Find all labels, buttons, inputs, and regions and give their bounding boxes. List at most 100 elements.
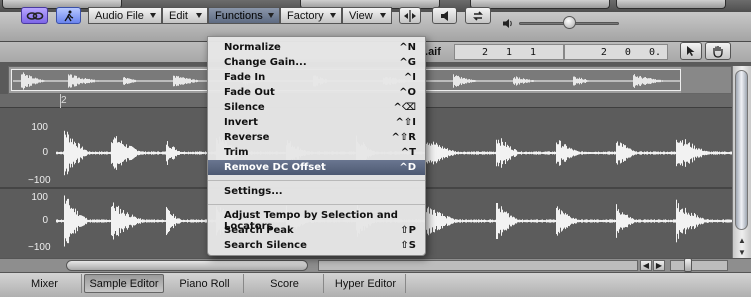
- tab-score[interactable]: Score: [246, 274, 324, 293]
- link-icon[interactable]: [21, 7, 48, 24]
- waveform-sample: [201, 219, 202, 223]
- waveform-sample: [157, 80, 158, 82]
- waveform-sample: [469, 151, 470, 155]
- tab-piano-roll[interactable]: Piano Roll: [166, 274, 244, 293]
- waveform-sample: [83, 149, 84, 157]
- top-strip-button[interactable]: [470, 0, 610, 9]
- tab-piano-roll-label: Piano Roll: [179, 277, 230, 290]
- waveform-sample: [572, 218, 573, 224]
- waveform-sample: [614, 80, 615, 82]
- waveform-sample: [149, 80, 150, 82]
- menu-item-normalize[interactable]: Normalize ^N: [208, 40, 425, 55]
- menu-item-fade-in[interactable]: Fade In ^I: [208, 70, 425, 85]
- menu-item-adjust-tempo[interactable]: Adjust Tempo by Selection and Locators: [208, 208, 425, 232]
- waveform-sample: [651, 78, 652, 84]
- waveform-sample: [14, 80, 15, 82]
- waveform-sample: [432, 144, 433, 162]
- menu-item-invert[interactable]: Invert ^⇧I: [208, 115, 425, 130]
- waveform-sample: [589, 219, 590, 223]
- waveform-sample: [616, 142, 617, 164]
- waveform-sample: [523, 220, 524, 222]
- waveform-sample: [443, 80, 444, 82]
- top-strip-button[interactable]: [616, 0, 726, 9]
- length-value: 2 0 0.: [600, 46, 661, 58]
- catch-icon[interactable]: [56, 7, 81, 24]
- menu-item-fade-out[interactable]: Fade Out ^O: [208, 85, 425, 100]
- menu-item-label: Trim: [224, 147, 249, 158]
- edit-menu[interactable]: Edit: [162, 7, 208, 24]
- waveform-sample: [662, 220, 663, 222]
- split-icon[interactable]: [399, 7, 421, 24]
- functions-menu[interactable]: Functions: [208, 7, 280, 24]
- volume-slider-knob[interactable]: [563, 16, 576, 29]
- waveform-sample: [512, 149, 513, 157]
- filename-label: .aif: [425, 46, 441, 58]
- waveform-sample: [115, 80, 116, 82]
- scroll-left-icon[interactable]: ◀: [640, 260, 652, 271]
- waveform-sample: [492, 80, 493, 82]
- horizontal-scroll-thumb[interactable]: [66, 260, 308, 271]
- waveform-sample: [172, 146, 173, 160]
- menu-item-change-gain[interactable]: Change Gain... ^G: [208, 55, 425, 70]
- waveform-sample: [143, 151, 144, 155]
- waveform-sample: [134, 148, 135, 158]
- tab-hyper-editor[interactable]: Hyper Editor: [326, 274, 406, 293]
- tab-hyper-editor-label: Hyper Editor: [334, 277, 397, 290]
- scroll-down-icon[interactable]: ▼: [736, 248, 748, 258]
- waveform-sample: [32, 78, 33, 84]
- waveform-sample: [622, 80, 623, 82]
- menu-item-search-peak[interactable]: Search Peak ⇧P: [208, 223, 425, 238]
- zoom-slider-knob[interactable]: [684, 258, 692, 272]
- waveform-sample: [130, 145, 131, 161]
- waveform-sample: [69, 142, 70, 164]
- waveform-sample: [453, 74, 454, 88]
- waveform-sample: [509, 80, 510, 82]
- speaker-icon[interactable]: [432, 7, 457, 24]
- menu-item-silence[interactable]: Silence ^⌫: [208, 100, 425, 115]
- view-menu[interactable]: View: [342, 7, 392, 24]
- waveform-sample: [199, 151, 200, 155]
- waveform-sample: [520, 151, 521, 155]
- waveform-sample: [169, 210, 170, 232]
- menu-item-settings[interactable]: Settings...: [208, 184, 425, 199]
- menu-item-search-silence[interactable]: Search Silence ⇧S: [208, 238, 425, 253]
- scroll-right-icon[interactable]: ▶: [653, 260, 665, 271]
- cycle-icon[interactable]: [465, 7, 491, 24]
- audio-file-menu[interactable]: Audio File: [88, 7, 162, 24]
- factory-menu[interactable]: Factory: [280, 7, 342, 24]
- waveform-sample: [663, 151, 664, 155]
- tab-sample-editor[interactable]: Sample Editor: [84, 274, 164, 293]
- hand-tool-icon[interactable]: [705, 42, 731, 60]
- waveform-sample: [640, 75, 641, 87]
- waveform-sample: [639, 219, 640, 223]
- zoom-slider[interactable]: [670, 260, 728, 271]
- waveform-sample: [679, 211, 680, 231]
- waveform-sample: [185, 220, 186, 222]
- menu-item-trim[interactable]: Trim ^T: [208, 145, 425, 160]
- waveform-sample: [448, 80, 449, 82]
- waveform-sample: [46, 80, 47, 82]
- waveform-sample: [643, 152, 644, 154]
- horizontal-scroll-track[interactable]: [318, 260, 638, 271]
- vertical-scroll-thumb[interactable]: [735, 70, 748, 230]
- waveform-sample: [157, 219, 158, 223]
- waveform-sample: [634, 74, 635, 88]
- waveform-sample: [127, 148, 128, 158]
- pointer-tool-icon[interactable]: [680, 42, 702, 60]
- waveform-sample: [593, 152, 594, 154]
- position-display[interactable]: 2 1 1: [454, 44, 564, 60]
- waveform-sample: [561, 147, 562, 159]
- waveform-sample: [478, 219, 479, 223]
- length-display[interactable]: 2 0 0.: [564, 44, 668, 60]
- waveform-sample: [626, 214, 627, 228]
- waveform-sample: [203, 220, 204, 222]
- waveform-sample: [119, 80, 120, 82]
- scroll-up-icon[interactable]: ▲: [736, 236, 748, 246]
- waveform-sample: [587, 152, 588, 154]
- waveform-sample: [508, 145, 509, 161]
- menu-item-reverse[interactable]: Reverse ^⇧R: [208, 130, 425, 145]
- tab-mixer[interactable]: Mixer: [8, 274, 82, 293]
- waveform-sample: [160, 152, 161, 154]
- menu-item-remove-dc-offset[interactable]: Remove DC Offset ^D: [208, 160, 425, 175]
- vertical-scrollbar[interactable]: ▲ ▼: [732, 66, 751, 262]
